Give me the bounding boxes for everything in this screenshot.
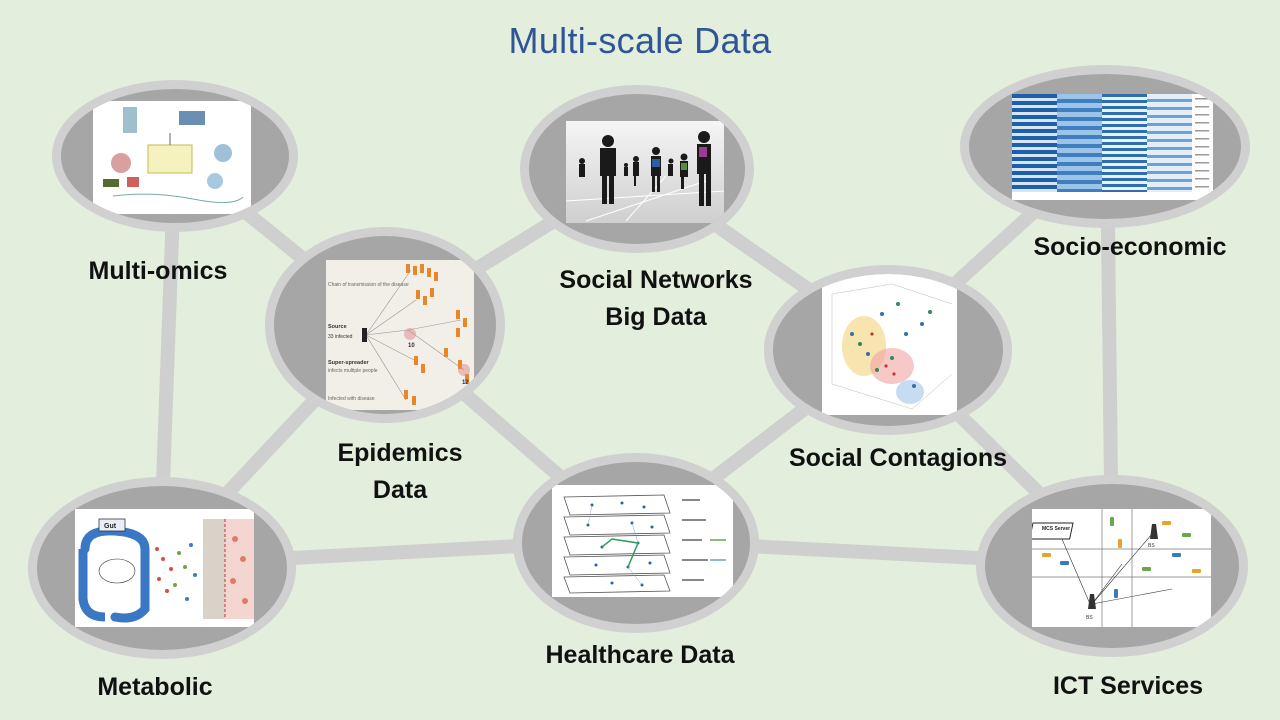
source-text: Source — [328, 324, 347, 330]
multilayer-network-image — [552, 485, 733, 597]
label-socio-economic: Socio-economic — [1033, 233, 1227, 261]
multiomics-diagram-image — [93, 101, 251, 214]
node-social-networks — [520, 85, 754, 253]
disease-transmission-chain-image: Chain of transmission of the disease Sou… — [326, 260, 474, 410]
gut-text: Gut — [104, 523, 117, 530]
node-metabolic: Gut — [28, 477, 296, 659]
mcs-server-text: MCS Server — [1042, 526, 1070, 532]
chain-text: Chain of transmission of the disease — [328, 282, 409, 288]
label-epidemics: Epidemics Data — [300, 435, 500, 509]
label-metabolic: Metabolic — [97, 673, 213, 701]
label-social-networks: Social Networks Big Data — [536, 262, 776, 336]
node-multi-omics — [52, 80, 298, 232]
label-healthcare: Healthcare Data — [545, 641, 735, 669]
infected-disease-text: Infected with disease — [328, 396, 375, 402]
infected-count-text: 33 infected — [328, 334, 353, 340]
super-spreader-sub-text: infects multiple people — [328, 368, 378, 374]
count-12-text: 12 — [462, 380, 469, 386]
node-healthcare — [513, 453, 759, 633]
gut-metabolism-diagram-image: Gut — [75, 509, 254, 627]
label-social-networks-line1: Social Networks — [559, 266, 753, 294]
node-epidemics: Chain of transmission of the disease Sou… — [265, 227, 505, 423]
label-epidemics-line2: Data — [372, 476, 428, 504]
blue-heatmap-image — [1012, 94, 1213, 200]
bs-text-2: BS — [1148, 543, 1155, 549]
count-10-text: 10 — [408, 343, 415, 349]
node-ict: MCS Server BS BS — [976, 475, 1248, 657]
super-spreader-text: Super-spreader — [328, 360, 370, 366]
node-socio-economic — [960, 65, 1250, 228]
people-network-silhouettes-image — [566, 121, 724, 223]
label-social-contagions: Social Contagions — [788, 444, 1008, 472]
node-social-contagions — [764, 265, 1012, 435]
label-social-networks-line2: Big Data — [605, 303, 707, 331]
mobile-crowdsensing-map-image: MCS Server BS BS — [1032, 509, 1211, 627]
label-epidemics-line1: Epidemics — [337, 439, 463, 467]
label-multi-omics: Multi-omics — [88, 257, 228, 285]
label-ict: ICT Services — [1052, 672, 1204, 700]
bs-text-1: BS — [1086, 615, 1093, 621]
3d-scatter-plot-image — [822, 274, 957, 415]
